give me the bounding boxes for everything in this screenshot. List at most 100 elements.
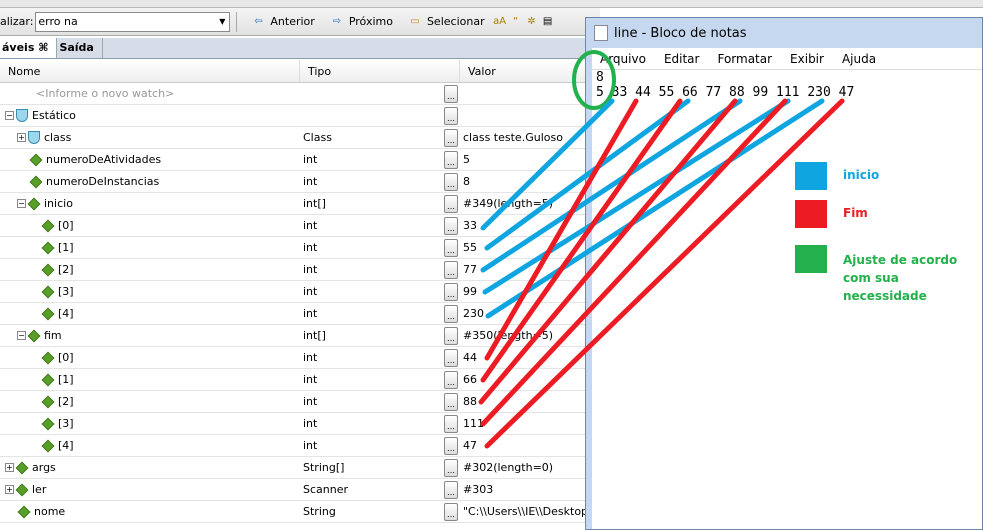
column-value[interactable]: Valor (460, 60, 590, 82)
expand-toggle[interactable]: + (5, 463, 14, 472)
column-type[interactable]: Tipo (300, 60, 460, 82)
edit-value-button[interactable]: … (444, 437, 458, 455)
edit-value-button[interactable]: … (444, 151, 458, 169)
cell-type: int (303, 285, 318, 298)
edit-value-button[interactable]: … (444, 305, 458, 323)
table-row[interactable]: [0] int … 33 (0, 215, 590, 237)
cell-name: [3] (0, 417, 300, 430)
table-row[interactable]: − Estático … (0, 105, 590, 127)
cell-name: [2] (0, 395, 300, 408)
cell-value: "C:\\Users\\IE\\Desktop\\ (463, 505, 590, 518)
match-case-icon[interactable]: aA (492, 15, 508, 29)
whole-word-icon[interactable]: “ (508, 15, 524, 29)
field-icon (27, 329, 41, 342)
cell-name: numeroDeAtividades (0, 153, 300, 166)
cell-value: #350(length=5) (463, 329, 554, 342)
edit-value-button[interactable]: … (444, 129, 458, 147)
previous-label: Anterior (270, 15, 315, 28)
field-icon (17, 505, 31, 518)
table-row[interactable]: [3] int … 111 (0, 413, 590, 435)
table-row[interactable]: [0] int … 44 (0, 347, 590, 369)
edit-value-button[interactable]: … (444, 327, 458, 345)
expand-toggle[interactable]: − (17, 199, 26, 208)
edit-value-button[interactable]: … (444, 481, 458, 499)
table-row[interactable]: − inicio int[] … #349(length=5) (0, 193, 590, 215)
previous-button[interactable]: ⇦ Anterior (250, 15, 315, 29)
table-row[interactable]: [3] int … 99 (0, 281, 590, 303)
expand-toggle[interactable]: + (17, 133, 26, 142)
top-scrollbar[interactable] (0, 0, 983, 8)
expand-toggle[interactable]: − (5, 111, 14, 120)
notepad-title: line - Bloco de notas (614, 25, 747, 41)
expand-toggle[interactable]: − (17, 331, 26, 340)
variable-name: [3] (58, 285, 74, 298)
cell-name: numeroDeInstancias (0, 175, 300, 188)
edit-value-button[interactable]: … (444, 173, 458, 191)
table-row[interactable]: + class Class … class teste.Guloso (0, 127, 590, 149)
menu-formatar[interactable]: Formatar (717, 52, 772, 66)
edit-value-button[interactable]: … (444, 503, 458, 521)
edit-value-button[interactable]: … (444, 107, 458, 125)
cell-name: [3] (0, 285, 300, 298)
regex-icon[interactable]: ✲ (524, 15, 540, 29)
table-row[interactable]: [4] int … 230 (0, 303, 590, 325)
cell-type: Scanner (303, 483, 349, 496)
find-toolbar: alizar: erro na ▼ ⇦ Anterior ⇨ Próximo ▭ Sel… (0, 8, 600, 36)
column-name[interactable]: Nome (0, 60, 300, 82)
cell-value: class teste.Guloso (463, 131, 563, 144)
edit-value-button[interactable]: … (444, 217, 458, 235)
document-icon[interactable]: ▤ (540, 15, 556, 29)
cell-value: 55 (463, 241, 477, 254)
edit-value-button[interactable]: … (444, 85, 458, 103)
next-button[interactable]: ⇨ Próximo (329, 15, 393, 29)
expand-toggle[interactable]: + (5, 485, 14, 494)
edit-value-button[interactable]: … (444, 393, 458, 411)
notepad-titlebar: line - Bloco de notas (586, 18, 982, 48)
table-row[interactable]: + args String[] … #302(length=0) (0, 457, 590, 479)
edit-value-button[interactable]: … (444, 239, 458, 257)
edit-value-button[interactable]: … (444, 349, 458, 367)
cell-type: int[] (303, 197, 326, 210)
menu-editar[interactable]: Editar (664, 52, 700, 66)
edit-value-button[interactable]: … (444, 459, 458, 477)
table-row[interactable]: nome String … "C:\\Users\\IE\\Desktop\\ (0, 501, 590, 523)
cell-name: − Estático (0, 109, 300, 122)
table-row[interactable]: + ler Scanner … #303 (0, 479, 590, 501)
table-row[interactable]: [2] int … 77 (0, 259, 590, 281)
select-icon: ▭ (410, 15, 420, 27)
cell-type: int (303, 439, 318, 452)
arrow-right-icon: ⇨ (332, 15, 342, 27)
field-icon (41, 263, 55, 276)
field-icon (41, 219, 55, 232)
table-row[interactable]: [1] int … 55 (0, 237, 590, 259)
edit-value-button[interactable]: … (444, 261, 458, 279)
table-row[interactable]: numeroDeAtividades int … 5 (0, 149, 590, 171)
edit-value-button[interactable]: … (444, 415, 458, 433)
menu-ajuda[interactable]: Ajuda (842, 52, 876, 66)
table-row[interactable]: [4] int … 47 (0, 435, 590, 457)
static-icon (28, 131, 40, 144)
menu-arquivo[interactable]: Arquivo (600, 52, 646, 66)
field-icon (41, 241, 55, 254)
table-row[interactable]: <Informe o novo watch> … (0, 83, 590, 105)
select-button[interactable]: ▭ Selecionar (407, 15, 484, 29)
variable-name: Estático (32, 109, 76, 122)
close-icon[interactable]: ⌘ (38, 41, 48, 54)
table-row[interactable]: [2] int … 88 (0, 391, 590, 413)
cell-value: 66 (463, 373, 477, 386)
tab-variables[interactable]: áveis ⌘ (0, 38, 58, 58)
field-icon (41, 395, 55, 408)
cell-type: int (303, 307, 318, 320)
edit-value-button[interactable]: … (444, 283, 458, 301)
cell-type: int (303, 373, 318, 386)
cell-value: 5 (463, 153, 470, 166)
table-row[interactable]: [1] int … 66 (0, 369, 590, 391)
table-row[interactable]: − fim int[] … #350(length=5) (0, 325, 590, 347)
tab-output[interactable]: Saída (57, 38, 103, 58)
find-combo[interactable]: erro na ▼ (35, 11, 231, 32)
menu-exibir[interactable]: Exibir (790, 52, 824, 66)
table-row[interactable]: numeroDeInstancias int … 8 (0, 171, 590, 193)
edit-value-button[interactable]: … (444, 195, 458, 213)
cell-name: <Informe o novo watch> (0, 87, 300, 100)
edit-value-button[interactable]: … (444, 371, 458, 389)
